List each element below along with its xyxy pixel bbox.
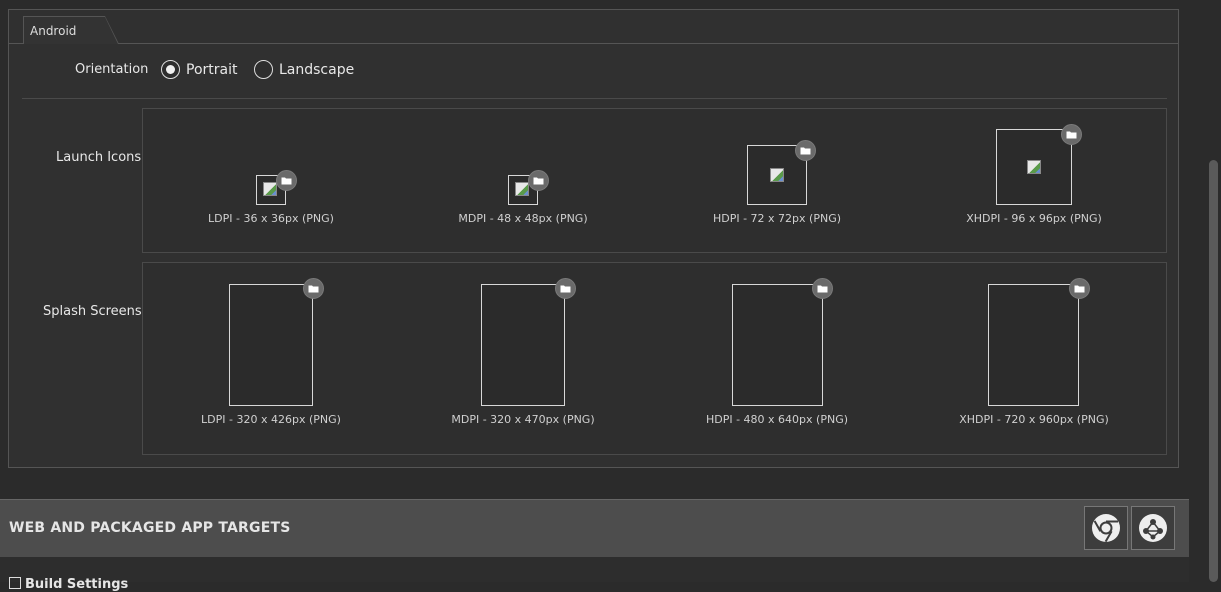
launch-icon-xhdpi-preview[interactable] [996, 129, 1072, 205]
tab-android[interactable]: Android [23, 16, 119, 44]
chrome-icon [1092, 514, 1120, 543]
splash-screens-label: Splash Screens [43, 304, 142, 319]
portrait-radio[interactable]: Portrait [161, 60, 237, 79]
broken-image-icon [515, 182, 529, 196]
landscape-radio-circle[interactable] [254, 60, 273, 79]
android-settings-panel: Android Orientation Portrait Landscape L… [8, 9, 1179, 468]
web-targets-title: WEB AND PACKAGED APP TARGETS [9, 520, 291, 536]
portrait-radio-circle[interactable] [161, 60, 180, 79]
splash-ldpi-caption: LDPI - 320 x 426px (PNG) [201, 413, 341, 426]
folder-icon[interactable] [812, 278, 833, 299]
folder-icon[interactable] [1069, 278, 1090, 299]
build-settings-toggle[interactable]: Build Settings [9, 577, 128, 592]
broken-image-icon [1027, 160, 1041, 174]
splash-xhdpi-caption: XHDPI - 720 x 960px (PNG) [959, 413, 1109, 426]
orientation-label: Orientation [75, 62, 149, 77]
divider [22, 98, 1167, 99]
splash-ldpi-preview[interactable] [229, 284, 313, 406]
tab-strip: Android [9, 10, 1178, 44]
build-settings-label: Build Settings [25, 577, 129, 592]
splash-mdpi-preview[interactable] [481, 284, 565, 406]
landscape-radio[interactable]: Landscape [254, 60, 354, 79]
landscape-label: Landscape [279, 61, 355, 78]
splash-mdpi-caption: MDPI - 320 x 470px (PNG) [451, 413, 595, 426]
tab-android-label: Android [30, 24, 77, 38]
radio-selected-dot [166, 65, 175, 74]
broken-image-icon [263, 182, 277, 196]
chrome-target-button[interactable] [1084, 506, 1128, 550]
launch-icon-hdpi-caption: HDPI - 72 x 72px (PNG) [712, 212, 842, 225]
folder-icon[interactable] [555, 278, 576, 299]
folder-icon[interactable] [528, 170, 549, 191]
broken-image-icon [770, 168, 784, 182]
web-app-target-button[interactable] [1131, 506, 1175, 550]
build-settings-checkbox[interactable] [9, 577, 21, 589]
build-settings-area: Build Settings [0, 557, 1189, 592]
launch-icon-ldpi-caption: LDPI - 36 x 36px (PNG) [208, 212, 334, 225]
folder-icon[interactable] [276, 170, 297, 191]
launch-icons-panel: LDPI - 36 x 36px (PNG) MDPI - 48 x 48px … [142, 108, 1167, 253]
folder-icon[interactable] [1061, 124, 1082, 145]
launch-icon-mdpi-caption: MDPI - 48 x 48px (PNG) [458, 212, 588, 225]
splash-screens-panel: LDPI - 320 x 426px (PNG) MDPI - 320 x 47… [142, 262, 1167, 455]
splash-hdpi-preview[interactable] [732, 284, 823, 406]
folder-icon[interactable] [303, 278, 324, 299]
launch-icons-label: Launch Icons [56, 150, 142, 165]
scrollbar-thumb[interactable] [1209, 160, 1218, 582]
portrait-label: Portrait [186, 61, 238, 78]
folder-icon[interactable] [795, 140, 816, 161]
web-app-icon [1139, 514, 1167, 542]
splash-xhdpi-preview[interactable] [988, 284, 1079, 406]
splash-hdpi-caption: HDPI - 480 x 640px (PNG) [705, 413, 849, 426]
web-targets-header[interactable]: WEB AND PACKAGED APP TARGETS [0, 499, 1189, 557]
launch-icon-xhdpi-caption: XHDPI - 96 x 96px (PNG) [966, 212, 1102, 225]
orientation-row: Orientation Portrait Landscape [9, 44, 1178, 98]
